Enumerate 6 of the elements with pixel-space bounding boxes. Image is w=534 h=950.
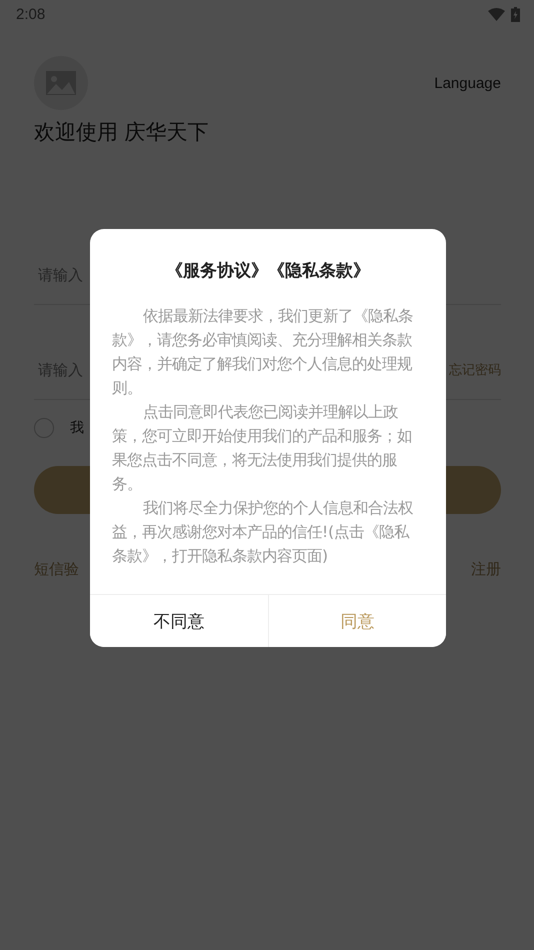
dialog-paragraph: 依据最新法律要求，我们更新了《隐私条款》，请您务必审慎阅读、充分理解相关条款内容，并确定了解我们对您个人信息的处理规则。 <box>112 306 414 399</box>
agreement-text: 我 <box>70 419 84 437</box>
welcome-title: 欢迎使用 庆华天下 <box>34 119 210 146</box>
dialog-title: 《服务协议》《隐私条款》 <box>165 260 371 283</box>
dialog-paragraph: 我们将尽全力保护您的个人信息和合法权益，再次感谢您对本产品的信任!(点击《隐私条款》，打开隐私条款内容页面) <box>112 498 414 567</box>
dialog-paragraph: 点击同意即代表您已阅读并理解以上政策，您可立即开始使用我们的产品和服务；如果您点击不同意，将无法使用我们提供的服务。 <box>112 402 413 495</box>
